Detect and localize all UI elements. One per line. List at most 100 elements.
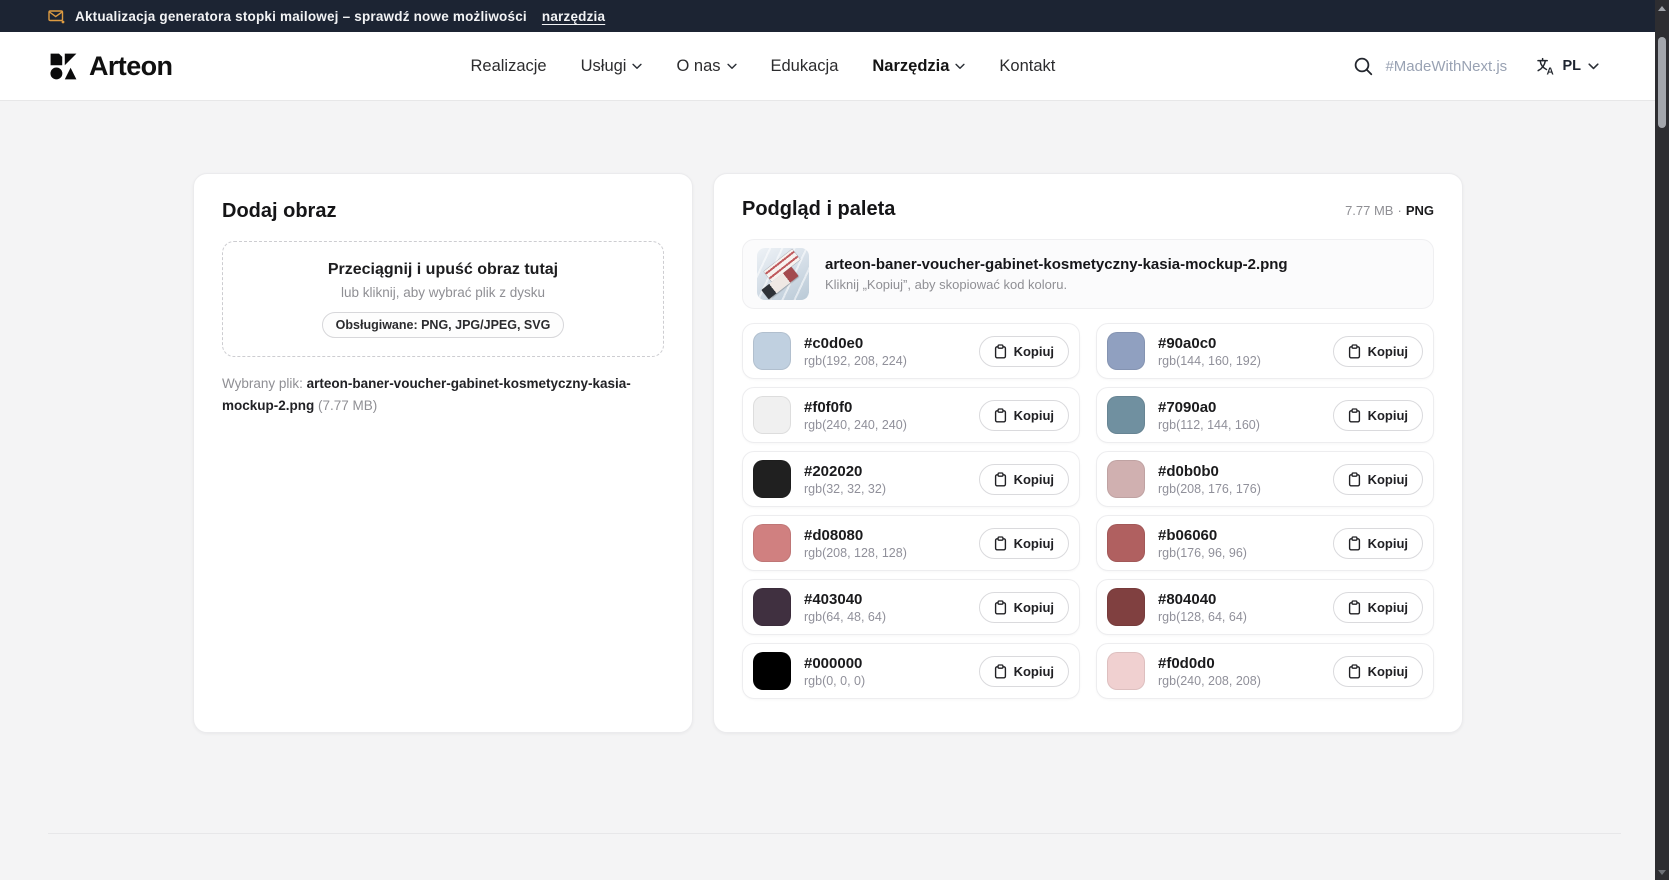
clipboard-icon [994, 536, 1007, 551]
copy-button-label: Kopiuj [1014, 536, 1054, 551]
chevron-down-icon [955, 63, 965, 70]
copy-button[interactable]: Kopiuj [979, 656, 1069, 687]
nav-item-usługi[interactable]: Usługi [581, 57, 643, 76]
palette-card-header: Podgląd i paleta 7.77 MB · PNG [742, 198, 1434, 221]
copy-button[interactable]: Kopiuj [1333, 656, 1423, 687]
vertical-scrollbar [1655, 0, 1669, 880]
banner-link[interactable]: narzędzia [542, 9, 605, 24]
language-switcher[interactable]: A PL [1535, 56, 1599, 76]
file-type: PNG [1406, 203, 1434, 218]
color-swatch [1107, 588, 1145, 626]
copy-button-label: Kopiuj [1014, 408, 1054, 423]
copy-button-label: Kopiuj [1014, 472, 1054, 487]
file-size: 7.77 MB [1345, 203, 1393, 218]
copy-button[interactable]: Kopiuj [979, 528, 1069, 559]
color-texts: #c0d0e0 rgb(192, 208, 224) [804, 335, 907, 368]
color-texts: #804040 rgb(128, 64, 64) [1158, 591, 1247, 624]
copy-button[interactable]: Kopiuj [1333, 592, 1423, 623]
color-hex: #b06060 [1158, 527, 1247, 544]
palette-card-title: Podgląd i paleta [742, 198, 895, 221]
color-rgb: rgb(192, 208, 224) [804, 354, 907, 368]
copy-button[interactable]: Kopiuj [1333, 400, 1423, 431]
clipboard-icon [994, 664, 1007, 679]
supported-formats-pill: Obsługiwane: PNG, JPG/JPEG, SVG [322, 312, 565, 338]
color-texts: #b06060 rgb(176, 96, 96) [1158, 527, 1247, 560]
nav-item-label: Realizacje [470, 57, 546, 76]
clipboard-icon [994, 472, 1007, 487]
scrollbar-down-button[interactable] [1655, 864, 1669, 880]
nav-item-label: Edukacja [771, 57, 839, 76]
palette-card: Podgląd i paleta 7.77 MB · PNG arteon-bane… [713, 173, 1463, 733]
copy-button[interactable]: Kopiuj [1333, 464, 1423, 495]
copy-button-label: Kopiuj [1368, 600, 1408, 615]
meta-separator: · [1397, 203, 1401, 218]
nav-item-realizacje[interactable]: Realizacje [470, 57, 546, 76]
color-hex: #202020 [804, 463, 886, 480]
copy-button[interactable]: Kopiuj [1333, 528, 1423, 559]
color-row: #90a0c0 rgb(144, 160, 192) Kopiuj [1096, 323, 1434, 379]
color-row: #f0d0d0 rgb(240, 208, 208) Kopiuj [1096, 643, 1434, 699]
color-swatch [753, 460, 791, 498]
copy-button[interactable]: Kopiuj [979, 592, 1069, 623]
color-texts: #202020 rgb(32, 32, 32) [804, 463, 886, 496]
scrollbar-thumb[interactable] [1658, 37, 1666, 128]
brand-logo[interactable]: Arteon [48, 51, 172, 82]
color-rgb: rgb(32, 32, 32) [804, 482, 886, 496]
nav-item-label: Usługi [581, 57, 627, 76]
copy-button-label: Kopiuj [1368, 472, 1408, 487]
color-rgb: rgb(64, 48, 64) [804, 610, 886, 624]
arrow-down-icon [1658, 870, 1666, 875]
nav-item-edukacja[interactable]: Edukacja [771, 57, 839, 76]
color-hex: #7090a0 [1158, 399, 1260, 416]
color-row: #b06060 rgb(176, 96, 96) Kopiuj [1096, 515, 1434, 571]
color-texts: #90a0c0 rgb(144, 160, 192) [1158, 335, 1261, 368]
arteon-logo-icon [48, 51, 79, 82]
chevron-down-icon [632, 63, 642, 70]
copy-button[interactable]: Kopiuj [979, 336, 1069, 367]
copy-button[interactable]: Kopiuj [1333, 336, 1423, 367]
copy-button[interactable]: Kopiuj [979, 464, 1069, 495]
announcement-banner: Aktualizacja generatora stopki mailowej … [0, 0, 1669, 32]
dropzone[interactable]: Przeciągnij i upuść obraz tutaj lub klik… [222, 241, 664, 357]
color-hex: #d08080 [804, 527, 907, 544]
color-swatch [753, 588, 791, 626]
color-texts: #000000 rgb(0, 0, 0) [804, 655, 865, 688]
search-input[interactable] [1385, 58, 1513, 75]
preview-row: arteon-baner-voucher-gabinet-kosmetyczny… [742, 239, 1434, 309]
color-rgb: rgb(240, 240, 240) [804, 418, 907, 432]
color-hex: #000000 [804, 655, 865, 672]
selected-file-label: Wybrany plik: [222, 376, 303, 391]
color-rgb: rgb(128, 64, 64) [1158, 610, 1247, 624]
selected-file-size: (7.77 MB) [318, 398, 377, 413]
chevron-down-icon [727, 63, 737, 70]
search-icon[interactable] [1353, 56, 1374, 77]
palette-grid: #c0d0e0 rgb(192, 208, 224) Kopiuj #90a0c… [742, 323, 1434, 699]
scrollbar-up-button[interactable] [1655, 0, 1669, 16]
copy-button-label: Kopiuj [1368, 664, 1408, 679]
copy-button-label: Kopiuj [1368, 536, 1408, 551]
translate-icon: A [1535, 56, 1555, 76]
color-rgb: rgb(176, 96, 96) [1158, 546, 1247, 560]
nav-item-label: O nas [676, 57, 720, 76]
color-texts: #d0b0b0 rgb(208, 176, 176) [1158, 463, 1261, 496]
selected-file-text: Wybrany plik: arteon-baner-voucher-gabin… [222, 373, 662, 418]
dropzone-subtitle: lub kliknij, aby wybrać plik z dysku [341, 285, 545, 300]
color-rgb: rgb(112, 144, 160) [1158, 418, 1260, 432]
preview-filename: arteon-baner-voucher-gabinet-kosmetyczny… [825, 256, 1288, 273]
copy-button-label: Kopiuj [1368, 408, 1408, 423]
color-swatch [753, 332, 791, 370]
copy-button-label: Kopiuj [1014, 344, 1054, 359]
copy-button[interactable]: Kopiuj [979, 400, 1069, 431]
color-swatch [1107, 332, 1145, 370]
banner-text: Aktualizacja generatora stopki mailowej … [75, 9, 527, 24]
nav-item-kontakt[interactable]: Kontakt [999, 57, 1055, 76]
color-texts: #d08080 rgb(208, 128, 128) [804, 527, 907, 560]
chevron-down-icon [1588, 63, 1599, 70]
header: Arteon Realizacje Usługi O nas Edukacja … [0, 32, 1669, 100]
color-row: #c0d0e0 rgb(192, 208, 224) Kopiuj [742, 323, 1080, 379]
nav-item-narzędzia[interactable]: Narzędzia [872, 57, 965, 76]
color-row: #202020 rgb(32, 32, 32) Kopiuj [742, 451, 1080, 507]
color-hex: #f0d0d0 [1158, 655, 1261, 672]
nav-item-label: Kontakt [999, 57, 1055, 76]
nav-item-o-nas[interactable]: O nas [676, 57, 736, 76]
